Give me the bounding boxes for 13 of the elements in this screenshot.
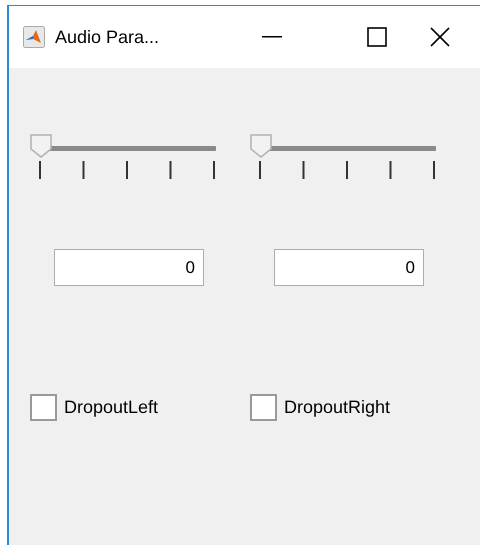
checkbox[interactable] xyxy=(30,394,57,421)
number-field[interactable]: 0 xyxy=(54,249,204,286)
checkbox[interactable] xyxy=(250,394,277,421)
slider-thumb[interactable] xyxy=(30,134,52,158)
slider-thumb[interactable] xyxy=(250,134,272,158)
minimize-icon xyxy=(262,36,282,38)
number-field[interactable]: 0 xyxy=(274,249,424,286)
checkbox-label: DropoutLeft xyxy=(64,397,158,418)
checkbox-label: DropoutRight xyxy=(284,397,390,418)
window-title: Audio Para... xyxy=(55,26,160,48)
app-icon xyxy=(23,26,45,48)
maximize-icon xyxy=(367,27,387,47)
close-icon xyxy=(430,27,450,47)
